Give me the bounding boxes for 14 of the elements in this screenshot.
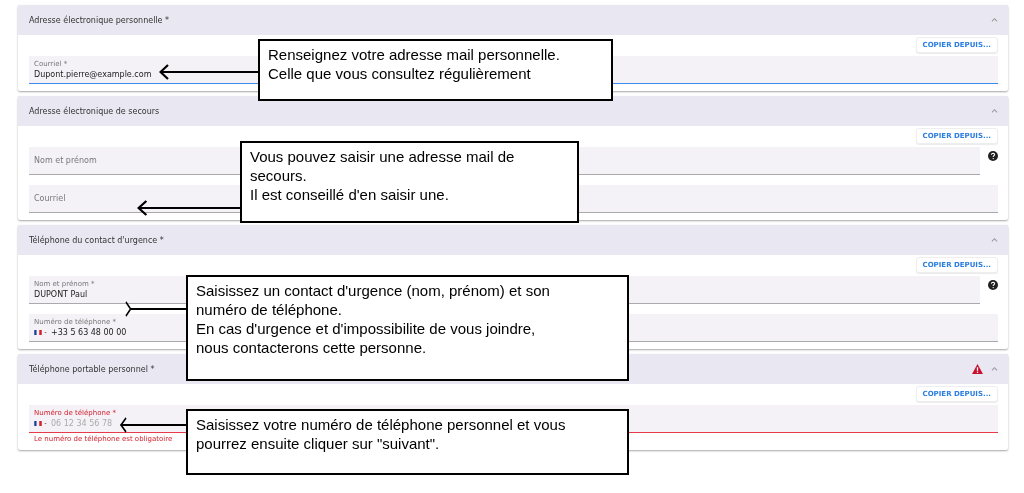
section-title: Téléphone du contact d'urgence *: [29, 235, 164, 245]
tooltip-text: nous contacterons cette personne.: [196, 338, 427, 357]
tooltip-text: pourrez ensuite cliquer sur "suivant".: [196, 434, 440, 453]
section-title: Adresse électronique personnelle *: [29, 15, 170, 25]
tooltip-text: numéro de téléphone.: [196, 300, 342, 319]
tooltip-text: Vous pouvez saisir une adresse mail de: [250, 147, 515, 166]
tooltip-text: Saisissez votre numéro de téléphone personnel et vous: [196, 415, 566, 434]
tooltip-text: Il est conseillé d'en saisir une.: [250, 185, 449, 204]
tooltip-text: En cas d'urgence et d'impossibilite de vous joindre,: [196, 319, 536, 338]
tooltip-text: Renseignez votre adresse mail personnelle.: [268, 45, 560, 64]
tooltip-text: Celle que vous consultez régulièrement: [268, 64, 531, 83]
section-title: Téléphone portable personnel *: [29, 364, 155, 374]
tooltip-text: Saisissez un contact d'urgence (nom, prénom) et son: [196, 281, 550, 300]
section-title: Adresse électronique de secours: [29, 106, 160, 116]
